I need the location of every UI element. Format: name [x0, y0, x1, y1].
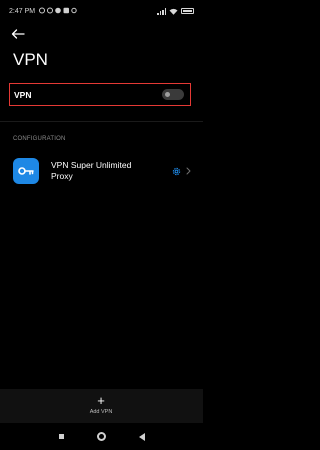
battery-icon: [181, 8, 194, 14]
vpn-profile-row[interactable]: VPN Super Unlimited Proxy: [13, 153, 191, 189]
vpn-toggle-row[interactable]: VPN: [9, 83, 191, 106]
profile-settings-button[interactable]: [170, 165, 182, 177]
status-left: 2:47 PM: [9, 7, 79, 16]
add-vpn-label: Add VPN: [89, 409, 113, 415]
key-icon: [18, 167, 34, 175]
notification-icons: [39, 7, 79, 16]
nav-back-button[interactable]: [138, 432, 145, 441]
section-divider: [0, 121, 203, 122]
gear-icon: [172, 167, 180, 175]
back-button[interactable]: [11, 25, 31, 43]
chevron-right-icon: [186, 167, 191, 175]
signal-bars-icon: [157, 7, 166, 15]
vpn-toggle-switch[interactable]: [162, 89, 184, 100]
wifi-icon: [169, 8, 178, 15]
home-button[interactable]: [96, 432, 106, 441]
vpn-toggle-label: VPN: [14, 89, 32, 100]
status-bar: 2:47 PM: [0, 0, 203, 22]
recents-button[interactable]: [58, 434, 64, 439]
system-nav-bar: [0, 423, 203, 450]
profile-actions: [170, 165, 191, 177]
toggle-knob: [165, 92, 170, 97]
plus-icon: +: [97, 393, 105, 408]
configuration-section-header: CONFIGURATION: [13, 136, 66, 142]
vpn-profile-name: VPN Super Unlimited Proxy: [51, 160, 132, 181]
arrow-left-icon: [11, 29, 25, 39]
notification-icon-group: [39, 7, 77, 13]
page-title: VPN: [13, 50, 48, 69]
status-right: [157, 7, 194, 15]
vpn-app-icon: [13, 158, 39, 184]
status-time: 2:47 PM: [9, 7, 36, 15]
add-vpn-button[interactable]: + Add VPN: [76, 394, 126, 420]
